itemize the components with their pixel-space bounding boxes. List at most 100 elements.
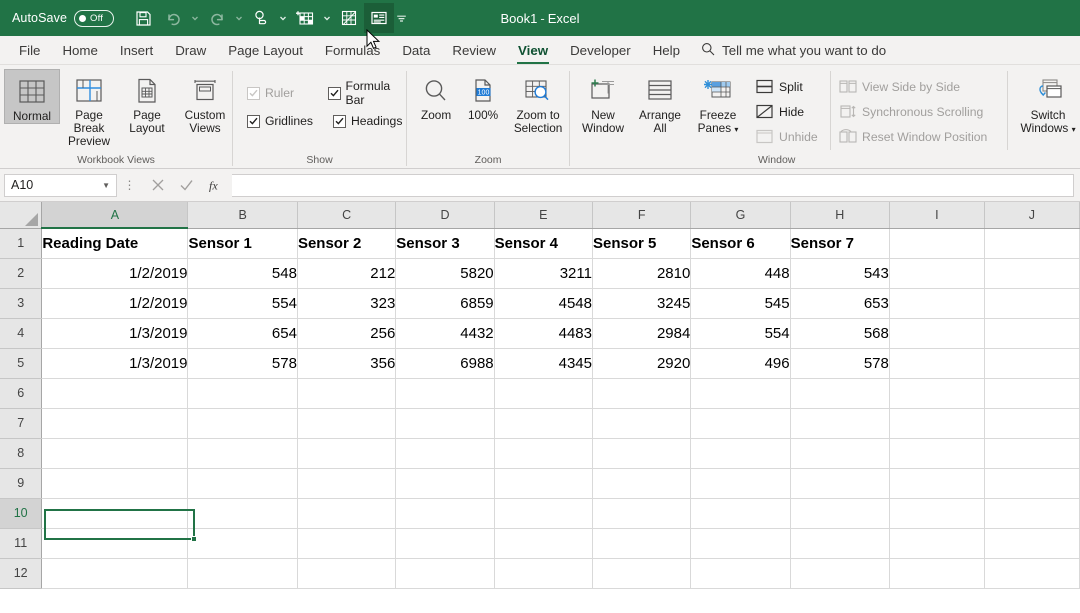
cell-D9[interactable] xyxy=(395,468,495,499)
switch-windows-button[interactable]: Switch Windows ▾ xyxy=(1016,69,1080,136)
cell-C11[interactable] xyxy=(297,528,397,559)
undo-dropdown-icon[interactable] xyxy=(188,3,202,33)
column-header-F[interactable]: F xyxy=(592,202,692,229)
formula-input[interactable] xyxy=(232,173,1074,197)
tab-insert[interactable]: Insert xyxy=(109,36,164,64)
cell-H3[interactable]: 653 xyxy=(790,288,890,319)
column-header-B[interactable]: B xyxy=(187,202,298,229)
cell-E8[interactable] xyxy=(494,438,593,469)
row-header-2[interactable]: 2 xyxy=(0,258,43,289)
undo-icon[interactable] xyxy=(158,3,188,33)
zoom-100-button[interactable]: 100 100% xyxy=(459,69,507,122)
cell-A12[interactable] xyxy=(41,558,189,589)
cell-D4[interactable]: 4432 xyxy=(395,318,495,349)
cell-I4[interactable] xyxy=(889,318,985,349)
column-header-J[interactable]: J xyxy=(984,202,1080,229)
cell-E5[interactable]: 4345 xyxy=(494,348,593,379)
cell-B12[interactable] xyxy=(187,558,298,589)
calculate-icon[interactable] xyxy=(334,3,364,33)
tab-developer[interactable]: Developer xyxy=(559,36,642,64)
cell-G3[interactable]: 545 xyxy=(690,288,791,319)
tab-page-layout[interactable]: Page Layout xyxy=(217,36,314,64)
tell-me-box[interactable]: Tell me what you want to do xyxy=(691,36,896,64)
cell-G1[interactable]: Sensor 6 xyxy=(690,228,791,259)
cell-D3[interactable]: 6859 xyxy=(395,288,495,319)
cell-C10[interactable] xyxy=(297,498,397,529)
row-header-10[interactable]: 10 xyxy=(0,498,43,529)
cell-E12[interactable] xyxy=(494,558,593,589)
cell-D11[interactable] xyxy=(395,528,495,559)
cell-I10[interactable] xyxy=(889,498,985,529)
cell-I1[interactable] xyxy=(889,228,985,259)
cell-J1[interactable] xyxy=(984,228,1080,259)
cell-F2[interactable]: 2810 xyxy=(592,258,692,289)
cell-J6[interactable] xyxy=(984,378,1080,409)
cell-A1[interactable]: Reading Date xyxy=(41,228,189,259)
tab-data[interactable]: Data xyxy=(391,36,441,64)
column-header-C[interactable]: C xyxy=(297,202,397,229)
checkbox-ruler[interactable]: Ruler xyxy=(246,79,314,107)
tab-home[interactable]: Home xyxy=(51,36,108,64)
freeze-panes-button[interactable]: Freeze Panes ▾ xyxy=(688,69,748,136)
column-header-H[interactable]: H xyxy=(790,202,890,229)
tab-help[interactable]: Help xyxy=(642,36,691,64)
cell-I9[interactable] xyxy=(889,468,985,499)
cell-J3[interactable] xyxy=(984,288,1080,319)
cell-C3[interactable]: 323 xyxy=(297,288,397,319)
cell-F7[interactable] xyxy=(592,408,692,439)
cell-D5[interactable]: 6988 xyxy=(395,348,495,379)
cell-F8[interactable] xyxy=(592,438,692,469)
cell-F11[interactable] xyxy=(592,528,692,559)
cell-E1[interactable]: Sensor 4 xyxy=(494,228,593,259)
cell-J5[interactable] xyxy=(984,348,1080,379)
save-icon[interactable] xyxy=(128,3,158,33)
cell-H10[interactable] xyxy=(790,498,890,529)
cell-C9[interactable] xyxy=(297,468,397,499)
cell-A3[interactable]: 1/2/2019 xyxy=(41,288,189,319)
cell-J4[interactable] xyxy=(984,318,1080,349)
cell-J2[interactable] xyxy=(984,258,1080,289)
hide-button[interactable]: Hide xyxy=(754,100,828,123)
cell-G8[interactable] xyxy=(690,438,791,469)
cell-A9[interactable] xyxy=(41,468,189,499)
customize-qat-icon[interactable] xyxy=(394,3,408,33)
redo-icon[interactable] xyxy=(202,3,232,33)
tab-file[interactable]: File xyxy=(8,36,51,64)
cell-C5[interactable]: 356 xyxy=(297,348,397,379)
cell-B11[interactable] xyxy=(187,528,298,559)
cell-H8[interactable] xyxy=(790,438,890,469)
page-break-preview-button[interactable]: Page Break Preview xyxy=(60,69,118,148)
cell-G4[interactable]: 554 xyxy=(690,318,791,349)
cell-G12[interactable] xyxy=(690,558,791,589)
tab-view[interactable]: View xyxy=(507,36,559,64)
cell-D2[interactable]: 5820 xyxy=(395,258,495,289)
cell-A7[interactable] xyxy=(41,408,189,439)
cell-J12[interactable] xyxy=(984,558,1080,589)
cell-H6[interactable] xyxy=(790,378,890,409)
new-window-button[interactable]: New Window xyxy=(574,69,632,135)
cell-H5[interactable]: 578 xyxy=(790,348,890,379)
row-header-12[interactable]: 12 xyxy=(0,558,43,589)
row-header-11[interactable]: 11 xyxy=(0,528,43,559)
cell-A5[interactable]: 1/3/2019 xyxy=(41,348,189,379)
select-all-corner[interactable] xyxy=(0,202,43,229)
cell-I5[interactable] xyxy=(889,348,985,379)
normal-view-button[interactable]: Normal xyxy=(4,69,60,124)
zoom-button[interactable]: Zoom xyxy=(413,69,459,122)
cell-G6[interactable] xyxy=(690,378,791,409)
cell-C7[interactable] xyxy=(297,408,397,439)
tab-draw[interactable]: Draw xyxy=(164,36,217,64)
row-header-8[interactable]: 8 xyxy=(0,438,43,469)
split-button[interactable]: Split xyxy=(754,75,828,98)
column-header-E[interactable]: E xyxy=(494,202,593,229)
cell-H12[interactable] xyxy=(790,558,890,589)
checkbox-gridlines[interactable]: Gridlines xyxy=(246,114,319,128)
cell-A10[interactable] xyxy=(41,498,189,529)
zoom-to-selection-button[interactable]: Zoom to Selection xyxy=(507,69,569,135)
cell-J7[interactable] xyxy=(984,408,1080,439)
row-header-3[interactable]: 3 xyxy=(0,288,43,319)
cell-A8[interactable] xyxy=(41,438,189,469)
cell-H11[interactable] xyxy=(790,528,890,559)
cell-F9[interactable] xyxy=(592,468,692,499)
cell-A6[interactable] xyxy=(41,378,189,409)
